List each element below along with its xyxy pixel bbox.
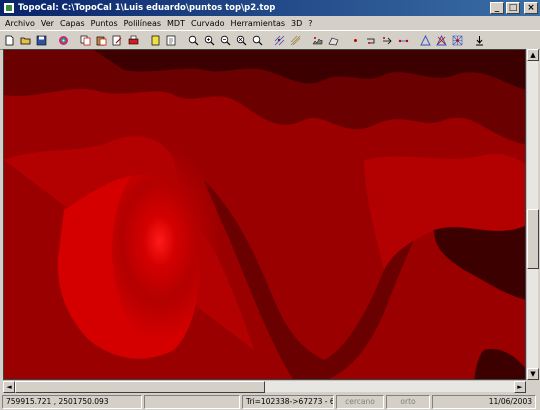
point-icon[interactable] <box>348 33 363 48</box>
minimize-button[interactable]: _ <box>490 2 504 14</box>
scroll-down-button[interactable]: ▼ <box>527 368 539 380</box>
paste-icon[interactable] <box>94 33 109 48</box>
app-icon[interactable] <box>3 2 15 14</box>
ortho-toggle[interactable]: orto <box>386 394 430 409</box>
title-bar: TopoCal: C:\TopoCal 1\Luis eduardo\punto… <box>0 0 540 16</box>
print-icon[interactable] <box>126 33 141 48</box>
menu-puntos[interactable]: Puntos <box>88 19 121 28</box>
menu-curvado[interactable]: Curvado <box>188 19 228 28</box>
vertical-scroll-thumb[interactable] <box>527 209 539 269</box>
hatch-icon[interactable] <box>272 33 287 48</box>
terrain-map[interactable] <box>4 50 526 380</box>
menu-bar: Archivo Ver Capas Puntos Polilíneas MDT … <box>0 16 540 30</box>
mesh-view-icon[interactable] <box>326 33 341 48</box>
mesh-icon[interactable] <box>450 33 465 48</box>
layer-icon[interactable] <box>148 33 163 48</box>
date-display: 11/06/2003 <box>432 394 536 409</box>
triangulation-info: Tri=102338->67273 - 6733 <box>242 394 334 409</box>
zoom-extents-icon[interactable] <box>218 33 233 48</box>
measure-icon[interactable] <box>396 33 411 48</box>
menu-polilineas[interactable]: Polilíneas <box>121 19 164 28</box>
save-icon[interactable] <box>34 33 49 48</box>
scroll-right-button[interactable]: ► <box>514 381 526 393</box>
edit-icon[interactable] <box>110 33 125 48</box>
open-file-icon[interactable] <box>18 33 33 48</box>
menu-archivo[interactable]: Archivo <box>2 19 38 28</box>
menu-ver[interactable]: Ver <box>38 19 57 28</box>
scroll-up-button[interactable]: ▲ <box>527 49 539 61</box>
new-file-icon[interactable] <box>2 33 17 48</box>
zoom-in-icon[interactable] <box>186 33 201 48</box>
window-title: TopoCal: C:\TopoCal 1\Luis eduardo\punto… <box>18 3 276 13</box>
menu-mdt[interactable]: MDT <box>164 19 188 28</box>
status-bar: 759915.721 , 2501750.093 Tri=102338->672… <box>0 393 540 410</box>
scroll-left-button[interactable]: ◄ <box>3 381 15 393</box>
menu-help[interactable]: ? <box>305 19 315 28</box>
menu-3d[interactable]: 3D <box>288 19 305 28</box>
terrain-peak <box>112 140 252 360</box>
horizontal-scrollbar[interactable]: ◄ ► <box>3 380 526 393</box>
profile-icon[interactable] <box>310 33 325 48</box>
zoom-out-icon[interactable] <box>202 33 217 48</box>
color-wheel-icon[interactable] <box>56 33 71 48</box>
close-button[interactable]: × <box>524 2 538 14</box>
triangle-icon[interactable] <box>418 33 433 48</box>
menu-herramientas[interactable]: Herramientas <box>228 19 289 28</box>
scroll-corner <box>526 380 538 392</box>
horizontal-scroll-thumb[interactable] <box>15 381 265 393</box>
coordinates-readout: 759915.721 , 2501750.093 <box>2 394 142 409</box>
map-canvas[interactable] <box>3 49 526 380</box>
polyline-icon[interactable] <box>364 33 379 48</box>
zoom-window-icon[interactable] <box>164 33 179 48</box>
arrow-icon[interactable] <box>380 33 395 48</box>
copy-icon[interactable] <box>78 33 93 48</box>
menu-capas[interactable]: Capas <box>57 19 88 28</box>
download-icon[interactable] <box>472 33 487 48</box>
terrain-icon[interactable] <box>288 33 303 48</box>
maximize-button[interactable]: □ <box>506 2 520 14</box>
snap-near-toggle[interactable]: cercano <box>336 394 384 409</box>
zoom-previous-icon[interactable] <box>234 33 249 48</box>
toolbar <box>0 30 540 50</box>
empty-panel <box>144 394 240 409</box>
vertical-scrollbar[interactable]: ▲ ▼ <box>526 49 539 380</box>
pan-icon[interactable] <box>250 33 265 48</box>
triangulate-icon[interactable] <box>434 33 449 48</box>
